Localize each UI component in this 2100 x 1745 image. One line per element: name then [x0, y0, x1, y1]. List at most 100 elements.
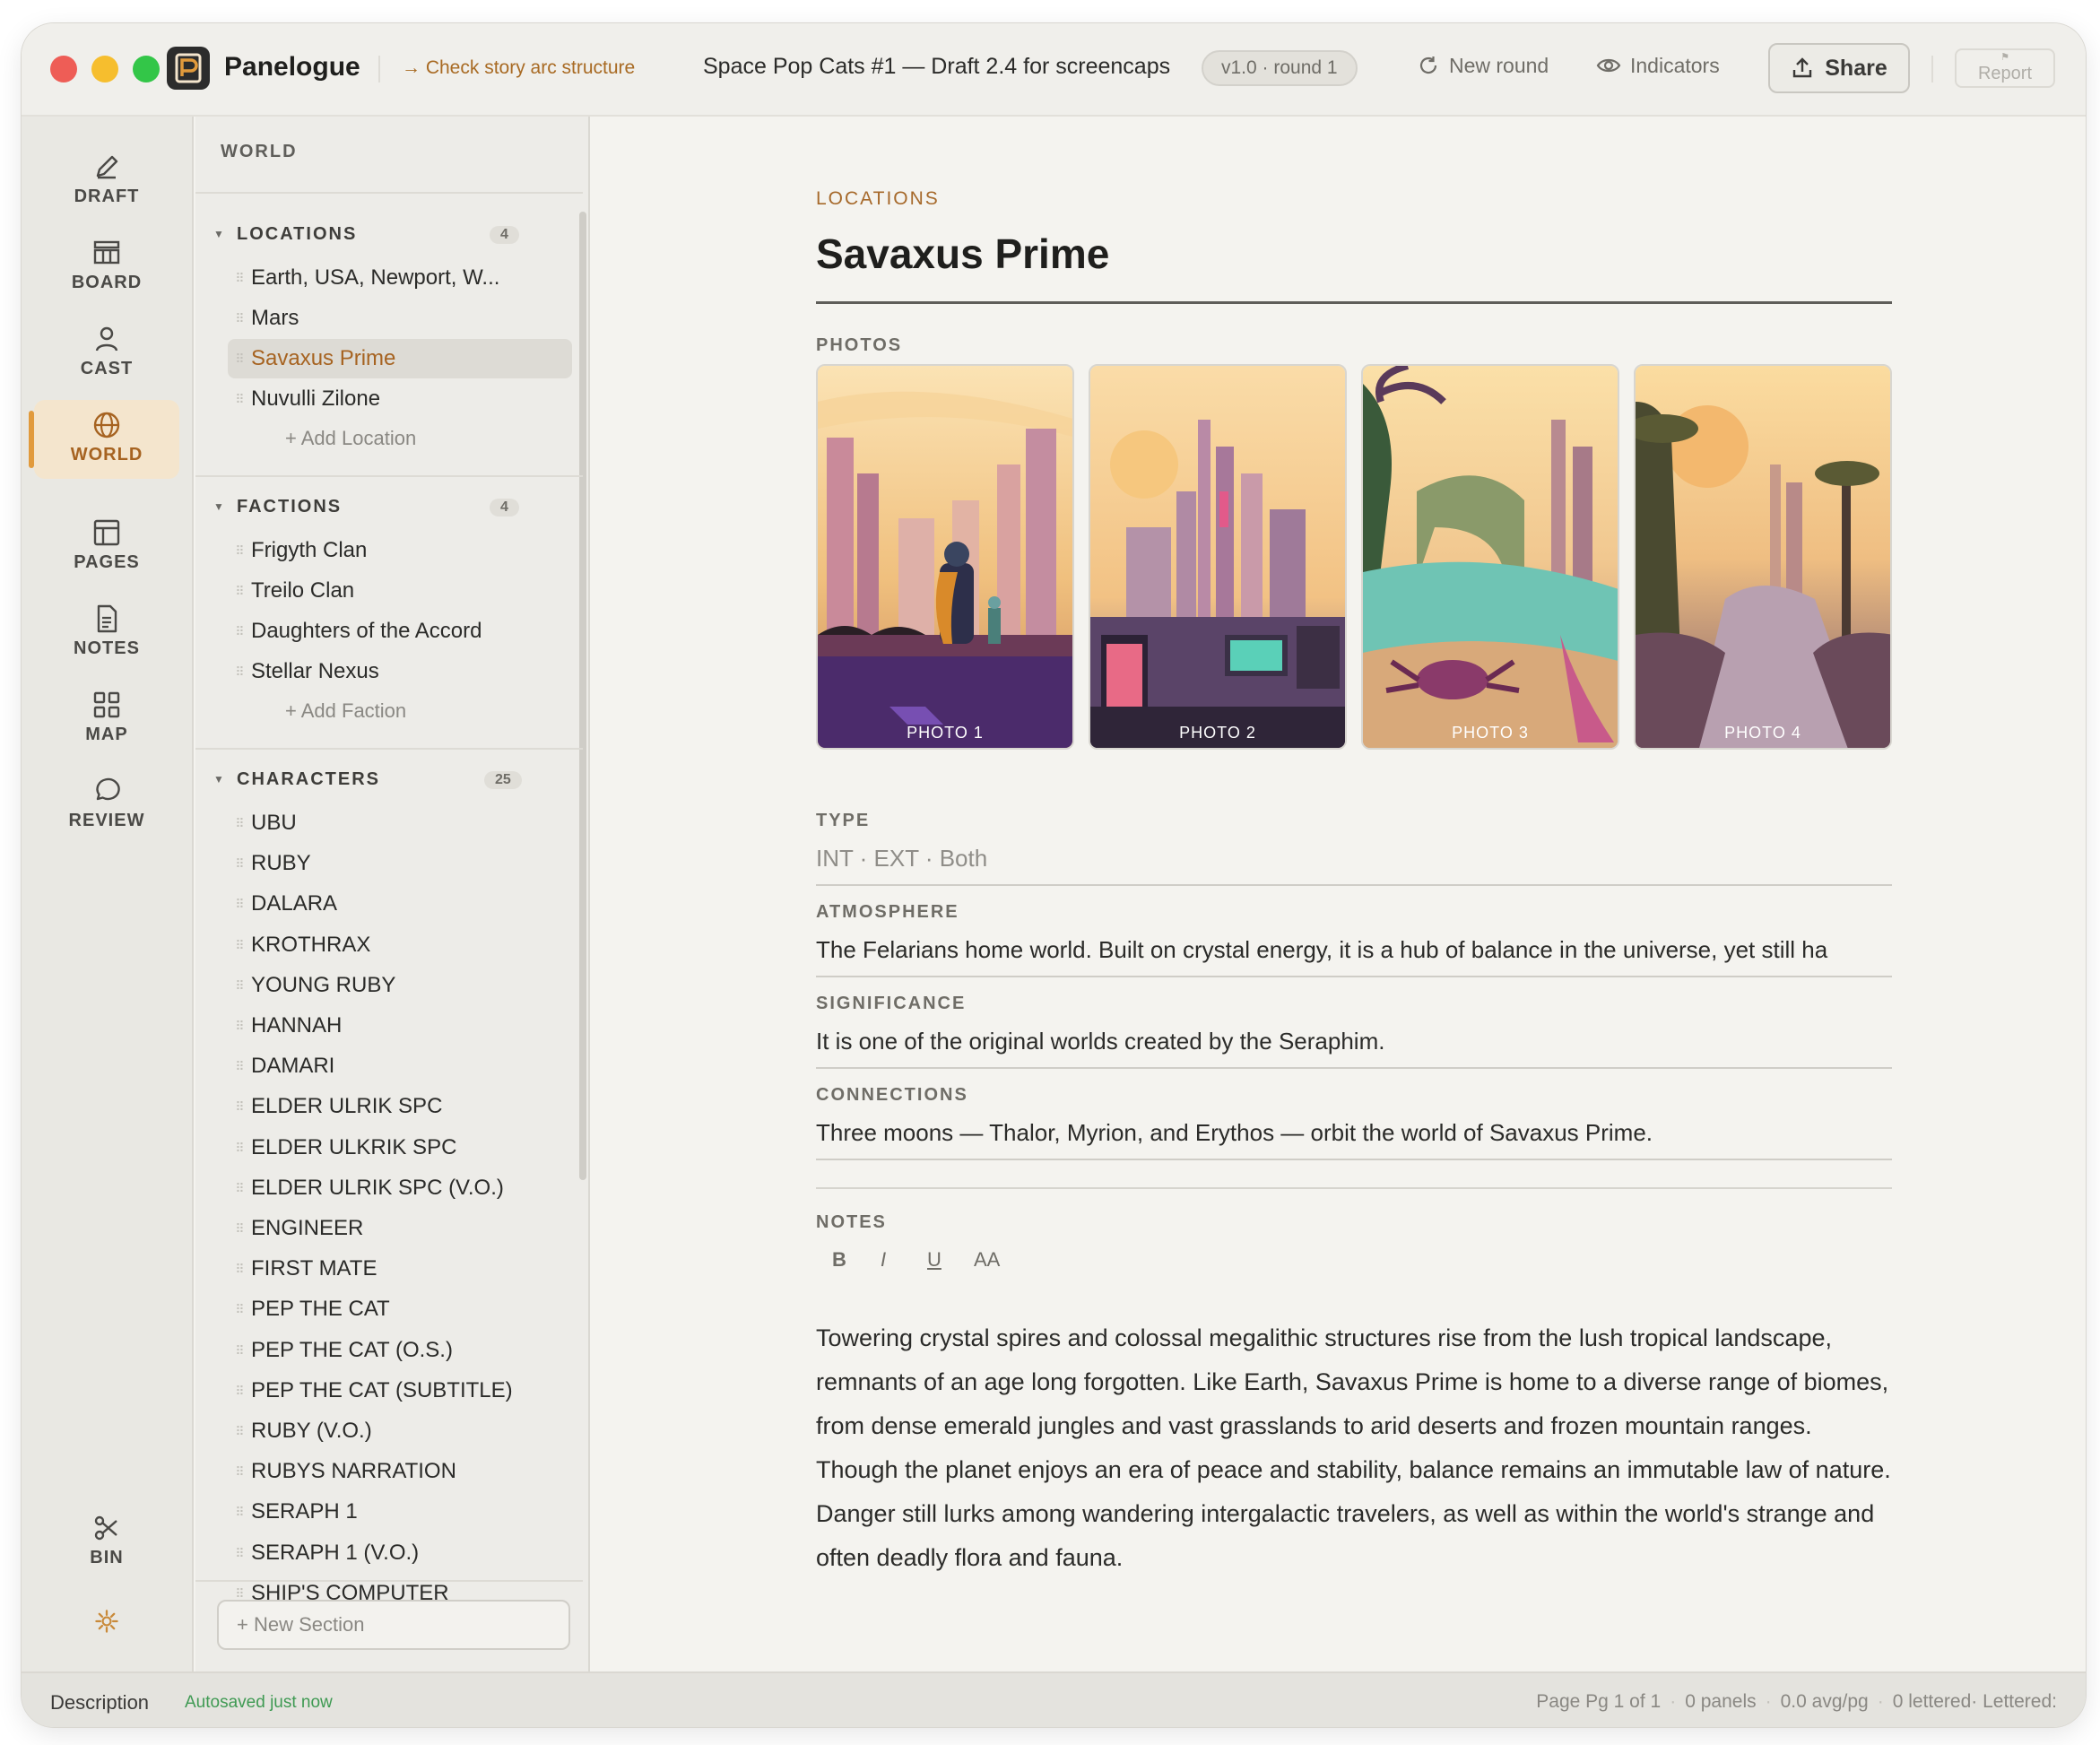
photo-thumbnail[interactable]: PHOTO 3 — [1361, 364, 1619, 750]
character-item[interactable]: ⠿ HANNAH — [228, 1006, 572, 1046]
drag-handle-icon[interactable]: ⠿ — [228, 844, 251, 883]
indicators-button[interactable]: Indicators — [1596, 54, 1720, 82]
character-item[interactable]: ⠿ FIRST MATE — [228, 1249, 572, 1289]
character-item[interactable]: ⠿ ENGINEER — [228, 1209, 572, 1248]
faction-item[interactable]: ⠿ Daughters of the Accord — [228, 612, 572, 651]
app-window: Panelogue → Check story arc structure Sp… — [22, 23, 2086, 1727]
atmosphere-field[interactable]: The Felarians home world. Built on cryst… — [816, 936, 1892, 964]
lettered-count: 0 lettered· Lettered: — [1892, 1691, 2057, 1712]
rail-item-map[interactable]: MAP — [34, 680, 179, 759]
character-item[interactable]: ⠿ ELDER ULKRIK SPC — [228, 1128, 572, 1168]
drag-handle-icon[interactable]: ⠿ — [228, 1452, 251, 1491]
sidebar-scrollbar[interactable] — [579, 212, 586, 1180]
rail-item-cast[interactable]: CAST — [34, 314, 179, 393]
drag-handle-icon[interactable]: ⠿ — [228, 1168, 251, 1208]
rail-item-world[interactable]: WORLD — [29, 400, 179, 479]
character-item[interactable]: ⠿ RUBY (V.O.) — [228, 1411, 572, 1451]
drag-handle-icon[interactable]: ⠿ — [228, 1128, 251, 1168]
drag-handle-icon[interactable]: ⠿ — [228, 531, 251, 570]
drag-handle-icon[interactable]: ⠿ — [228, 1411, 251, 1451]
character-item[interactable]: ⠿ RUBY — [228, 844, 572, 883]
settings-button[interactable] — [34, 1596, 179, 1646]
character-item[interactable]: ⠿ SERAPH 1 — [228, 1492, 572, 1532]
character-item[interactable]: ⠿ ELDER ULRIK SPC (V.O.) — [228, 1168, 572, 1208]
character-item[interactable]: ⠿ KROTHRAX — [228, 925, 572, 965]
rail-item-pages[interactable]: PAGES — [34, 508, 179, 586]
faction-item[interactable]: ⠿ Treilo Clan — [228, 571, 572, 611]
type-value[interactable]: INT · EXT · Both — [816, 845, 1892, 872]
character-item[interactable]: ⠿ PEP THE CAT — [228, 1289, 572, 1329]
notes-editor[interactable]: Towering crystal spires and colossal meg… — [816, 1316, 1901, 1580]
significance-field[interactable]: It is one of the original worlds created… — [816, 1028, 1892, 1055]
add-faction-button[interactable]: + Add Faction — [285, 699, 406, 723]
character-item[interactable]: ⠿ ELDER ULRIK SPC — [228, 1087, 572, 1126]
text-size-button[interactable]: AA — [974, 1248, 1000, 1272]
character-item[interactable]: ⠿ PEP THE CAT (O.S.) — [228, 1331, 572, 1370]
bold-button[interactable]: B — [832, 1248, 846, 1272]
document-title[interactable]: Space Pop Cats #1 — Draft 2.4 for screen… — [703, 54, 1170, 80]
version-badge[interactable]: v1.0 · round 1 — [1202, 50, 1358, 86]
rail-item-bin[interactable]: BIN — [34, 1503, 179, 1582]
new-section-button[interactable]: + New Section — [217, 1600, 570, 1650]
drag-handle-icon[interactable]: ⠿ — [228, 612, 251, 651]
rail-item-notes[interactable]: NOTES — [34, 594, 179, 673]
character-item[interactable]: ⠿ SERAPH 1 (V.O.) — [228, 1533, 572, 1573]
drag-handle-icon[interactable]: ⠿ — [228, 1249, 251, 1289]
location-item[interactable]: ⠿ Earth, USA, Newport, W... — [228, 258, 572, 298]
close-window-button[interactable] — [50, 56, 77, 82]
character-item[interactable]: ⠿ DALARA — [228, 884, 572, 924]
minimize-window-button[interactable] — [91, 56, 118, 82]
drag-handle-icon[interactable]: ⠿ — [228, 1289, 251, 1329]
photo-thumbnail[interactable]: PHOTO 4 — [1634, 364, 1892, 750]
character-item[interactable]: ⠿ RUBYS NARRATION — [228, 1452, 572, 1491]
drag-handle-icon[interactable]: ⠿ — [228, 1006, 251, 1046]
drag-handle-icon[interactable]: ⠿ — [228, 652, 251, 691]
maximize-window-button[interactable] — [133, 56, 160, 82]
story-arc-link[interactable]: → Check story arc structure — [402, 57, 635, 79]
drag-handle-icon[interactable]: ⠿ — [228, 1371, 251, 1411]
report-button[interactable]: ⚑ Report — [1955, 48, 2055, 88]
add-location-button[interactable]: + Add Location — [285, 427, 416, 450]
rail-item-review[interactable]: REVIEW — [34, 766, 179, 845]
character-item[interactable]: ⠿ PEP THE CAT (SUBTITLE) — [228, 1371, 572, 1411]
drag-handle-icon[interactable]: ⠿ — [228, 1533, 251, 1573]
section-header-characters[interactable]: ▼ CHARACTERS — [213, 769, 380, 790]
drag-handle-icon[interactable]: ⠿ — [228, 339, 251, 378]
character-item[interactable]: ⠿ UBU — [228, 803, 572, 843]
character-item[interactable]: ⠿ YOUNG RUBY — [228, 966, 572, 1005]
section-title: LOCATIONS — [237, 224, 358, 244]
faction-item[interactable]: ⠿ Stellar Nexus — [228, 652, 572, 691]
section-header-locations[interactable]: ▼ LOCATIONS — [213, 224, 357, 245]
character-item[interactable]: ⠿ DAMARI — [228, 1046, 572, 1086]
rail-item-board[interactable]: BOARD — [34, 228, 179, 307]
underline-button[interactable]: U — [927, 1248, 942, 1272]
photo-thumbnail[interactable]: PHOTO 1 — [816, 364, 1074, 750]
drag-handle-icon[interactable]: ⠿ — [228, 258, 251, 298]
drag-handle-icon[interactable]: ⠿ — [228, 803, 251, 843]
location-item[interactable]: ⠿ Mars — [228, 299, 572, 338]
drag-handle-icon[interactable]: ⠿ — [228, 1331, 251, 1370]
drag-handle-icon[interactable]: ⠿ — [228, 571, 251, 611]
location-title[interactable]: Savaxus Prime — [816, 230, 1109, 278]
rail-item-draft[interactable]: DRAFT — [34, 142, 179, 221]
connections-field[interactable]: Three moons — Thalor, Myrion, and Erytho… — [816, 1119, 1892, 1147]
drag-handle-icon[interactable]: ⠿ — [228, 966, 251, 1005]
type-label: TYPE — [816, 811, 871, 830]
drag-handle-icon[interactable]: ⠿ — [228, 379, 251, 419]
drag-handle-icon[interactable]: ⠿ — [228, 1492, 251, 1532]
divider — [195, 192, 583, 194]
drag-handle-icon[interactable]: ⠿ — [228, 884, 251, 924]
drag-handle-icon[interactable]: ⠿ — [228, 1046, 251, 1086]
new-round-button[interactable]: New round — [1417, 54, 1549, 82]
faction-item[interactable]: ⠿ Frigyth Clan — [228, 531, 572, 570]
drag-handle-icon[interactable]: ⠿ — [228, 1087, 251, 1126]
italic-button[interactable]: I — [881, 1248, 886, 1272]
drag-handle-icon[interactable]: ⠿ — [228, 925, 251, 965]
photo-thumbnail[interactable]: PHOTO 2 — [1089, 364, 1347, 750]
share-button[interactable]: Share — [1768, 43, 1910, 93]
drag-handle-icon[interactable]: ⠿ — [228, 1209, 251, 1248]
location-item[interactable]: ⠿ Nuvulli Zilone — [228, 379, 572, 419]
drag-handle-icon[interactable]: ⠿ — [228, 299, 251, 338]
section-header-factions[interactable]: ▼ FACTIONS — [213, 497, 342, 517]
location-item-selected[interactable]: ⠿ Savaxus Prime — [228, 339, 572, 378]
